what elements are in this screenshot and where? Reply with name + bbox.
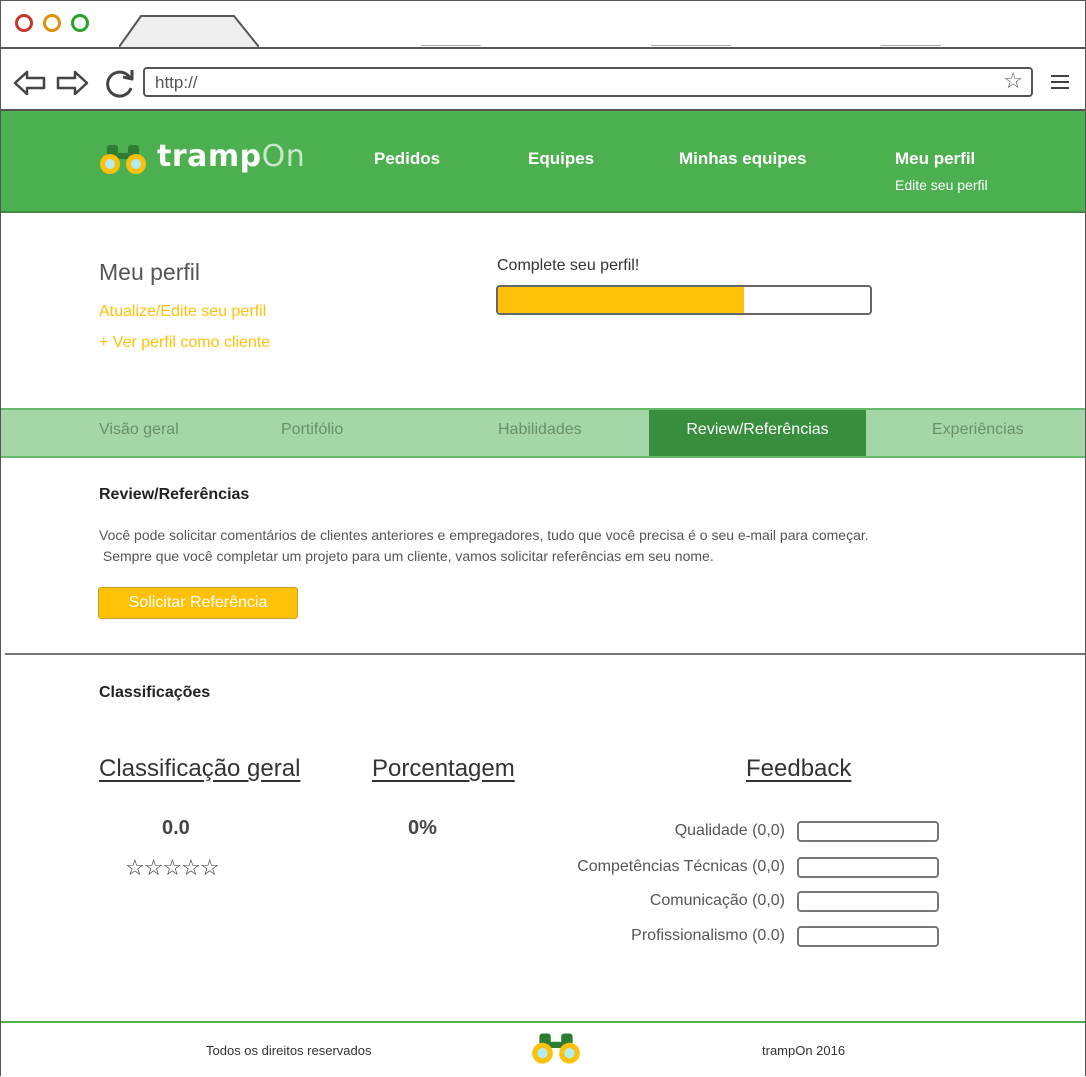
binoculars-logo-icon [532, 1033, 580, 1064]
profile-progress-fill [498, 287, 744, 313]
maximize-window-button[interactable] [71, 14, 89, 32]
minimize-window-button[interactable] [43, 14, 61, 32]
hamburger-menu-icon[interactable] [1051, 75, 1069, 93]
overall-rating-value: 0.0 [162, 817, 190, 839]
feedback-label-competencias: Competências Técnicas (0,0) [577, 858, 785, 875]
feedback-label-comunicacao: Comunicação (0,0) [649, 892, 785, 909]
tab-strip-line [421, 45, 481, 46]
browser-toolbar: http:// ☆ [1, 49, 1085, 111]
feedback-bar-qualidade [797, 821, 939, 842]
forward-arrow-icon[interactable] [55, 69, 89, 97]
profile-tabs: Visão geral Portifólio Habilidades Revie… [1, 408, 1085, 458]
brand-name-light: On [261, 139, 306, 174]
view-as-client-link[interactable]: + Ver perfil como cliente [99, 334, 270, 352]
browser-tab[interactable] [119, 15, 259, 47]
star-icon[interactable]: ☆ [1003, 70, 1023, 94]
feedback-label-qualidade: Qualidade (0,0) [674, 822, 785, 839]
nav-equipes[interactable]: Equipes [528, 149, 594, 169]
edit-profile-link[interactable]: Atualize/Edite seu perfil [99, 303, 266, 321]
profile-progress-bar [496, 285, 872, 315]
brand-name[interactable]: trampOn [157, 139, 305, 174]
tab-review-referencias[interactable]: Review/Referências [649, 410, 866, 456]
browser-titlebar [1, 1, 1085, 49]
feedback-label-profissionalismo: Profissionalismo (0.0) [631, 927, 785, 944]
nav-meu-perfil[interactable]: Meu perfil [895, 149, 975, 169]
nav-pedidos[interactable]: Pedidos [374, 149, 440, 169]
feedback-heading: Feedback [746, 755, 852, 782]
reload-icon[interactable] [103, 67, 137, 101]
profile-complete-label: Complete seu perfil! [497, 257, 640, 274]
address-bar[interactable]: http:// ☆ [143, 67, 1033, 97]
tab-strip-line [881, 45, 941, 46]
tab-experiencias[interactable]: Experiências [932, 410, 1024, 456]
site-footer: Todos os direitos reservados trampOn 201… [1, 1021, 1085, 1077]
feedback-bar-profissionalismo [797, 926, 939, 947]
percentage-value: 0% [408, 817, 437, 839]
back-arrow-icon[interactable] [13, 69, 47, 97]
footer-copyright: Todos os direitos reservados [206, 1043, 372, 1058]
feedback-bar-competencias [797, 857, 939, 878]
brand-name-bold: tramp [157, 139, 262, 174]
review-section-title: Review/Referências [99, 486, 250, 503]
review-description-line-1: Você pode solicitar comentários de clien… [99, 527, 869, 543]
ratings-section-title: Classificações [99, 684, 211, 701]
review-description: Você pode solicitar comentários de clien… [99, 525, 869, 567]
address-bar-text[interactable]: http:// [155, 73, 198, 93]
nav-edite-perfil-link[interactable]: Edite seu perfil [895, 177, 988, 193]
site-header: trampOn Pedidos Equipes Minhas equipes M… [1, 111, 1085, 213]
percentage-heading: Porcentagem [372, 755, 515, 782]
rating-stars: ☆☆☆☆☆ [125, 856, 220, 881]
tab-portifolio[interactable]: Portifólio [281, 410, 343, 456]
footer-brand-year: trampOn 2016 [762, 1043, 846, 1058]
overall-rating-heading: Classificação geral [99, 755, 301, 782]
close-window-button[interactable] [15, 14, 33, 32]
tab-strip-line [651, 45, 731, 46]
section-divider [5, 653, 1085, 655]
page-title: Meu perfil [99, 259, 200, 285]
nav-minhas-equipes[interactable]: Minhas equipes [679, 149, 807, 169]
binoculars-logo-icon[interactable] [97, 143, 149, 175]
feedback-bar-comunicacao [797, 891, 939, 912]
browser-window: http:// ☆ 19 trampOn Pedidos Equipes Min… [0, 0, 1086, 1077]
tab-visao-geral[interactable]: Visão geral [99, 410, 179, 456]
request-reference-button[interactable]: Solicitar Referência [98, 587, 298, 619]
review-description-line-2: Sempre que você completar um projeto par… [99, 548, 714, 564]
tab-habilidades[interactable]: Habilidades [498, 410, 582, 456]
